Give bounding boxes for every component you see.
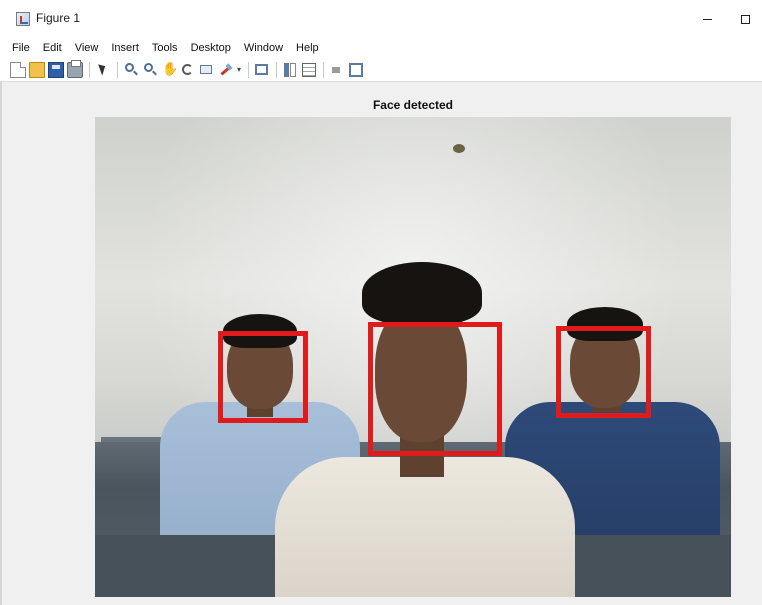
menu-help[interactable]: Help (296, 42, 319, 54)
new-figure-icon[interactable] (10, 61, 26, 78)
show-plot-tools-icon[interactable] (348, 62, 364, 78)
figure-toolbar: ▾ (0, 58, 762, 82)
edit-plot-icon[interactable] (95, 62, 111, 78)
toolbar-separator (276, 61, 278, 78)
maximize-icon (740, 14, 750, 24)
toolbar-separator (248, 61, 250, 78)
menu-window[interactable]: Window (244, 42, 283, 54)
zoom-out-icon[interactable] (142, 62, 158, 78)
window-border (0, 82, 2, 605)
image-wall-mark (453, 144, 465, 153)
brush-icon[interactable] (218, 62, 234, 78)
menu-edit[interactable]: Edit (43, 42, 62, 54)
menubar: File Edit View Insert Tools Desktop Wind… (0, 38, 762, 58)
insert-legend-icon[interactable] (301, 62, 317, 78)
data-cursor-icon[interactable] (199, 62, 215, 78)
person-hair (362, 262, 482, 324)
face-detection-box (556, 326, 651, 418)
rotate-3d-icon[interactable] (180, 62, 196, 78)
window-titlebar: Figure 1 (0, 0, 762, 38)
axes-title: Face detected (372, 98, 454, 112)
menu-view[interactable]: View (75, 42, 99, 54)
minimize-icon (702, 18, 712, 20)
image-display[interactable] (95, 117, 731, 597)
zoom-in-icon[interactable] (123, 62, 139, 78)
menu-insert[interactable]: Insert (111, 42, 139, 54)
insert-colorbar-icon[interactable] (282, 62, 298, 78)
menu-desktop[interactable]: Desktop (191, 42, 231, 54)
print-figure-icon[interactable] (67, 59, 83, 78)
pan-icon[interactable] (161, 61, 178, 78)
minimize-button[interactable] (690, 6, 724, 32)
window-title: Figure 1 (36, 11, 81, 25)
maximize-button[interactable] (728, 6, 762, 32)
brush-dropdown-icon[interactable]: ▾ (237, 65, 241, 74)
matlab-figure-icon (16, 12, 30, 26)
hide-plot-tools-icon[interactable] (329, 62, 345, 78)
person-body (275, 457, 575, 597)
toolbar-separator (117, 61, 118, 78)
face-detection-box (218, 331, 308, 423)
menu-tools[interactable]: Tools (152, 42, 178, 54)
open-file-icon[interactable] (29, 61, 45, 78)
toolbar-separator (89, 61, 90, 78)
toolbar-separator (323, 61, 325, 78)
face-detection-box (368, 322, 502, 456)
save-figure-icon[interactable] (48, 61, 64, 78)
menu-file[interactable]: File (12, 42, 30, 54)
link-plot-icon[interactable] (254, 62, 270, 78)
